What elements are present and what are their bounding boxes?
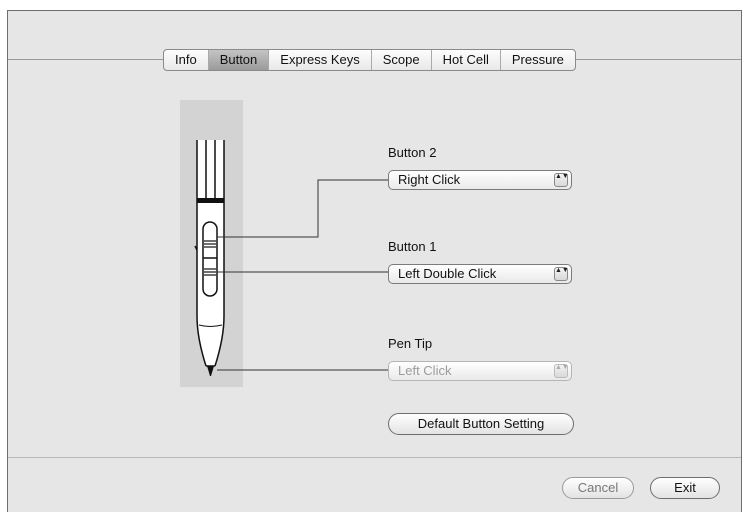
settings-window: Info Button Express Keys Scope Hot Cell … bbox=[7, 10, 742, 512]
updown-arrows-icon: ▲▼ bbox=[554, 267, 569, 281]
button2-label: Button 2 bbox=[388, 145, 437, 160]
button1-value: Left Double Click bbox=[398, 266, 497, 281]
pen-tip-value: Left Click bbox=[398, 363, 452, 378]
callout-lines bbox=[217, 179, 388, 371]
default-button-setting-button[interactable]: Default Button Setting bbox=[388, 413, 574, 435]
pen-tip-select: Left Click ▲▼ bbox=[388, 361, 572, 381]
footer-divider bbox=[8, 457, 741, 458]
updown-arrows-icon: ▲▼ bbox=[554, 364, 569, 378]
button1-select[interactable]: Left Double Click ▲▼ bbox=[388, 264, 572, 284]
pen-tip-label: Pen Tip bbox=[388, 336, 433, 351]
cancel-button[interactable]: Cancel bbox=[562, 477, 634, 499]
button2-value: Right Click bbox=[398, 172, 461, 187]
updown-arrows-icon: ▲▼ bbox=[554, 173, 569, 187]
button1-label: Button 1 bbox=[388, 239, 437, 254]
button2-select[interactable]: Right Click ▲▼ bbox=[388, 170, 572, 190]
exit-button[interactable]: Exit bbox=[650, 477, 720, 499]
